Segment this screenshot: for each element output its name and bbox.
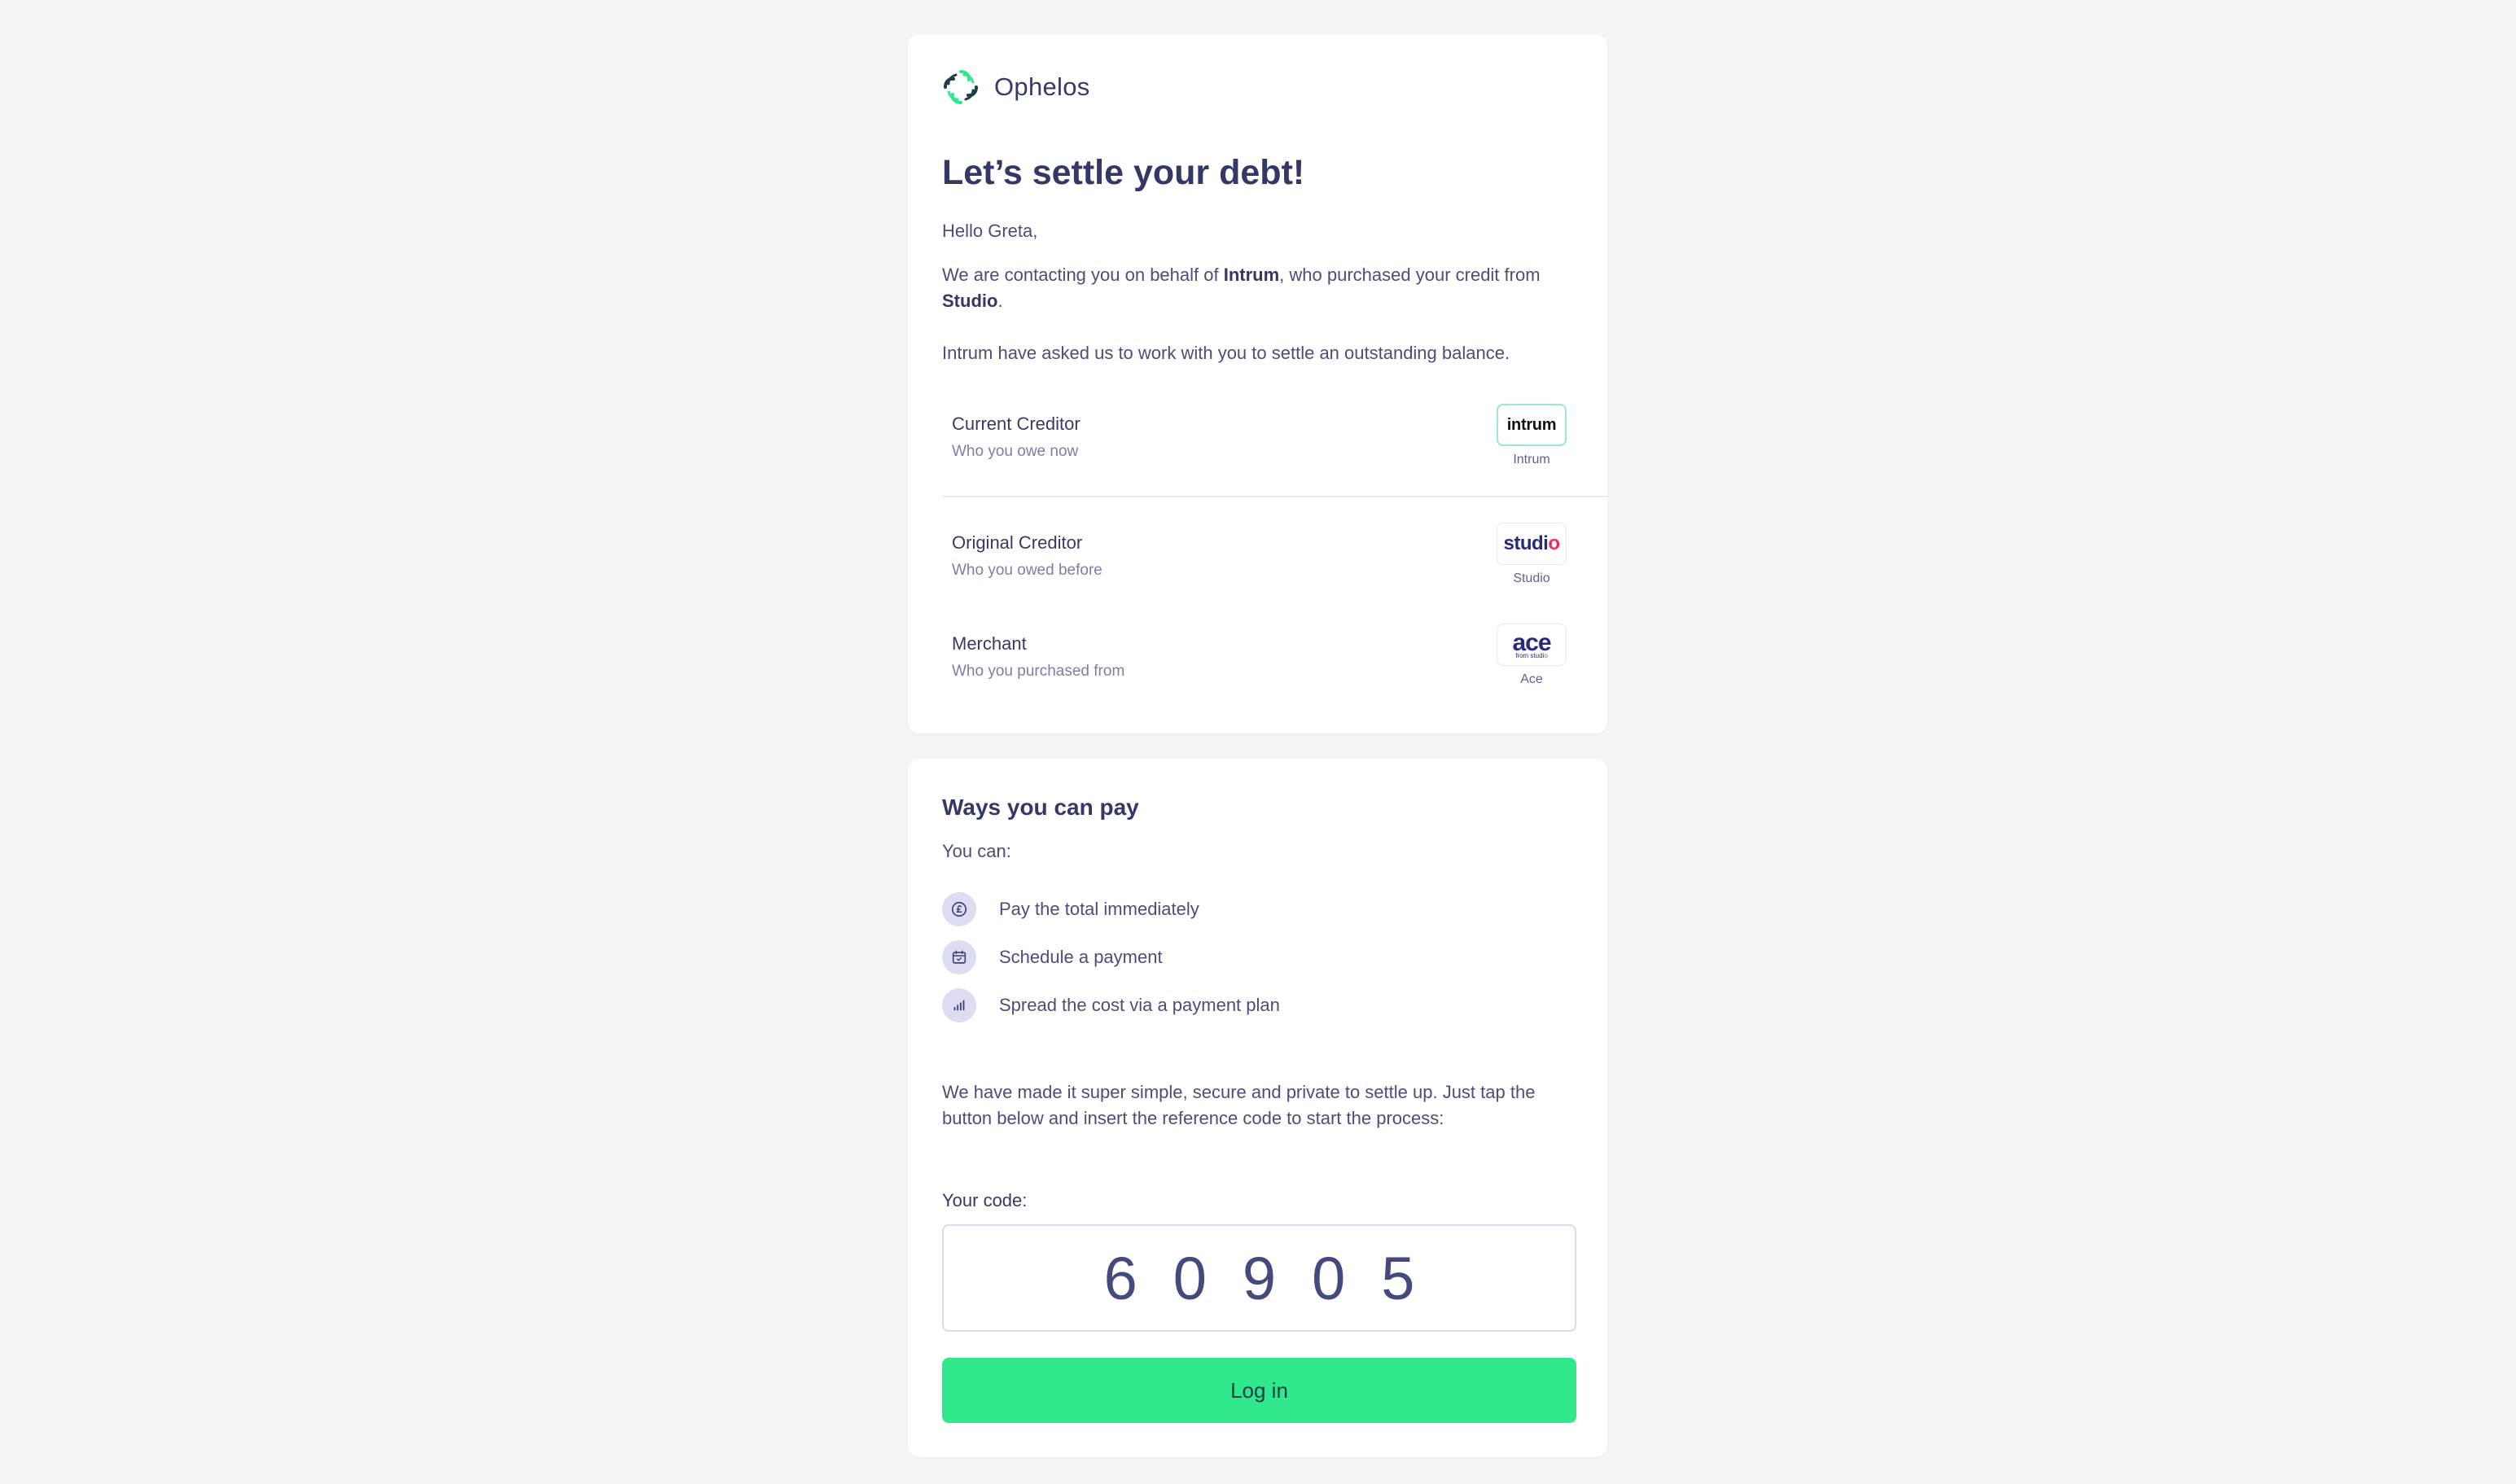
current-creditor-row: Current Creditor Who you owe now intrum … <box>952 404 1569 466</box>
pay-option-label: Pay the total immediately <box>999 899 1199 919</box>
divider <box>942 496 1608 497</box>
reference-code-value: 60905 <box>1103 1244 1451 1312</box>
logo-caption: Ace <box>1520 672 1543 686</box>
pay-option-plan: Spread the cost via a payment plan <box>942 988 1280 1022</box>
pay-option-label: Schedule a payment <box>999 947 1163 967</box>
pay-option-schedule: Schedule a payment <box>942 940 1163 974</box>
pound-coin-icon <box>942 892 976 926</box>
bar-chart-icon <box>942 988 976 1022</box>
row-title: Original Creditor <box>952 532 1083 553</box>
ophelos-logo-icon <box>944 70 978 104</box>
original-creditor-row: Original Creditor Who you owed before st… <box>952 523 1569 585</box>
login-button[interactable]: Log in <box>942 1358 1576 1423</box>
reference-code-display: 60905 <box>942 1224 1576 1332</box>
logo-caption: Intrum <box>1513 453 1550 466</box>
current-creditor-name: Intrum <box>1223 265 1280 285</box>
greeting-text: Hello Greta, <box>942 221 1038 241</box>
contact-paragraph: We are contacting you on behalf of Intru… <box>942 262 1577 314</box>
ace-logo: ace from studio <box>1497 624 1567 666</box>
you-can-text: You can: <box>942 841 1011 861</box>
ways-to-pay-heading: Ways you can pay <box>942 795 1139 820</box>
ace-logo-subtext: from studio <box>1515 651 1548 659</box>
row-subtitle: Who you owe now <box>952 443 1079 460</box>
contact-text-middle: , who purchased your credit from <box>1279 265 1541 285</box>
logo-caption: Studio <box>1513 571 1550 585</box>
row-title: Merchant <box>952 633 1027 654</box>
studio-logo: studio <box>1497 523 1567 565</box>
pay-option-immediate: Pay the total immediately <box>942 892 1199 926</box>
row-subtitle: Who you owed before <box>952 562 1102 579</box>
contact-text-start: We are contacting you on behalf of <box>942 265 1224 285</box>
studio-logo-text: studio <box>1503 532 1561 554</box>
pay-option-label: Spread the cost via a payment plan <box>999 995 1280 1015</box>
intrum-logo: intrum <box>1497 404 1567 446</box>
calendar-icon <box>942 940 976 974</box>
creditor-logo: studio Studio <box>1494 523 1569 586</box>
request-paragraph: Intrum have asked us to work with you to… <box>942 343 1510 363</box>
contact-text-end: . <box>997 291 1003 311</box>
instructions-paragraph: We have made it super simple, secure and… <box>942 1082 1536 1128</box>
intrum-logo-text: intrum <box>1506 415 1557 434</box>
brand-header: Ophelos <box>942 68 1090 106</box>
original-creditor-name: Studio <box>942 291 998 311</box>
row-subtitle: Who you purchased from <box>952 663 1125 680</box>
page-title: Let’s settle your debt! <box>942 153 1305 192</box>
creditor-logo: intrum Intrum <box>1494 404 1569 467</box>
brand-name: Ophelos <box>994 72 1090 101</box>
merchant-logo: ace from studio Ace <box>1494 624 1569 687</box>
code-label: Your code: <box>942 1190 1028 1210</box>
merchant-row: Merchant Who you purchased from ace from… <box>952 624 1569 686</box>
row-title: Current Creditor <box>952 414 1080 434</box>
debt-info-card: Ophelos Let’s settle your debt! Hello Gr… <box>908 34 1608 733</box>
